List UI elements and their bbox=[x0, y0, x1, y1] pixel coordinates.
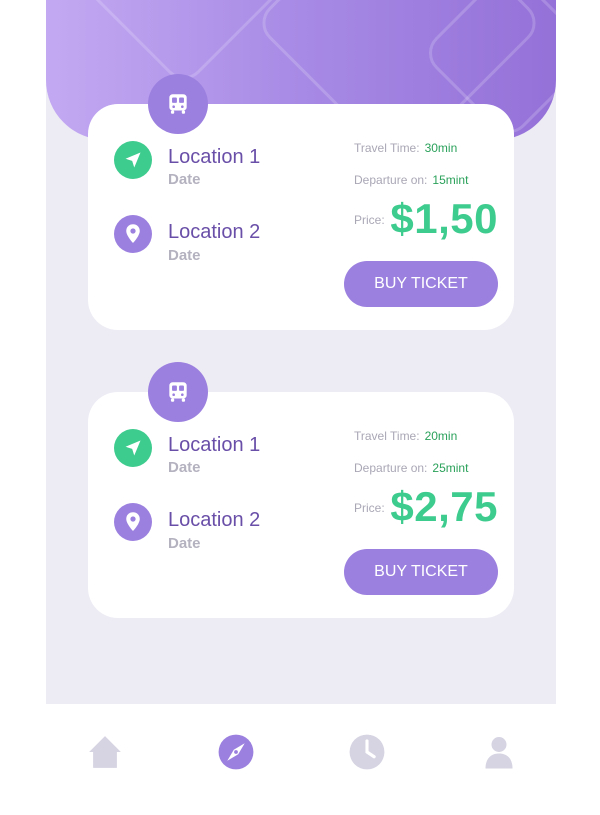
price-label: Price: bbox=[354, 501, 385, 515]
user-icon[interactable] bbox=[479, 732, 519, 772]
destination-location: Location 2 bbox=[168, 509, 261, 531]
departure-label: Departure on: bbox=[354, 461, 428, 475]
bus-icon bbox=[148, 362, 208, 422]
travel-time: Travel Time: 20min bbox=[354, 429, 457, 443]
travel-time-label: Travel Time: bbox=[354, 429, 420, 443]
price-value: $2,75 bbox=[390, 483, 498, 530]
price-value: $1,50 bbox=[390, 195, 498, 242]
origin-location: Location 1 bbox=[168, 434, 261, 456]
map-pin-icon bbox=[114, 503, 152, 541]
bottom-tab-bar bbox=[46, 704, 556, 815]
bus-icon bbox=[148, 74, 208, 134]
destination-location: Location 2 bbox=[168, 221, 261, 243]
navigation-arrow-icon bbox=[114, 141, 152, 179]
travel-time-label: Travel Time: bbox=[354, 141, 420, 155]
buy-ticket-button[interactable]: BUY TICKET bbox=[344, 549, 498, 595]
trip-card[interactable]: Location 1 Date Location 2 Date Travel T… bbox=[88, 362, 514, 618]
departure-value: 15mint bbox=[432, 173, 469, 187]
origin-location: Location 1 bbox=[168, 146, 261, 168]
destination-date: Date bbox=[168, 247, 201, 264]
home-icon[interactable] bbox=[85, 732, 125, 772]
travel-time-value: 20min bbox=[424, 429, 458, 443]
compass-icon[interactable] bbox=[216, 732, 256, 772]
travel-time: Travel Time: 30min bbox=[354, 141, 457, 155]
buy-ticket-button[interactable]: BUY TICKET bbox=[344, 261, 498, 307]
origin-date: Date bbox=[168, 459, 201, 476]
trip-card[interactable]: Location 1 Date Location 2 Date Travel T… bbox=[88, 74, 514, 330]
map-pin-icon bbox=[114, 215, 152, 253]
origin-date: Date bbox=[168, 171, 201, 188]
app-screen: Location 1 Date Location 2 Date Travel T… bbox=[46, 0, 556, 815]
departure: Departure on: 25mint bbox=[354, 461, 468, 475]
departure-value: 25mint bbox=[432, 461, 469, 475]
clock-icon[interactable] bbox=[347, 732, 387, 772]
destination-date: Date bbox=[168, 535, 201, 552]
departure: Departure on: 15mint bbox=[354, 173, 468, 187]
departure-label: Departure on: bbox=[354, 173, 428, 187]
navigation-arrow-icon bbox=[114, 429, 152, 467]
travel-time-value: 30min bbox=[424, 141, 458, 155]
price-label: Price: bbox=[354, 213, 385, 227]
